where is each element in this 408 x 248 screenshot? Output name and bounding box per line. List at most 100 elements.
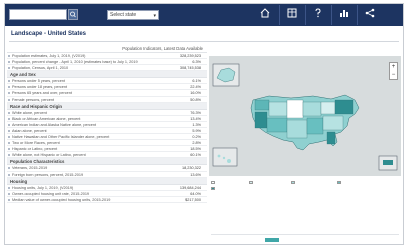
row-value: 13.6% — [190, 172, 201, 177]
row-bullet-icon — [8, 123, 10, 126]
row-bullet-icon — [8, 136, 10, 139]
app-frame: Select state ▾ Landscape - United States… — [4, 3, 404, 245]
legend-item — [337, 180, 342, 184]
legend-swatch — [249, 180, 253, 184]
hawaii-island-3 — [227, 159, 231, 163]
tool-home-button[interactable] — [253, 5, 277, 25]
row-value: 0.2% — [192, 135, 201, 140]
row-label: American Indian and Alaska Native alone,… — [12, 122, 97, 127]
row-value: 308,745,538 — [179, 66, 201, 71]
table-row[interactable]: Foreign born persons, percent, 2015-2019… — [7, 172, 207, 178]
row-label: Hispanic or Latino, percent — [12, 147, 58, 152]
legend-swatch — [291, 180, 295, 184]
puerto-rico-shape — [383, 160, 393, 165]
row-bullet-icon — [8, 167, 10, 170]
row-label: Foreign born persons, percent, 2015-2019 — [12, 172, 84, 177]
region-mountain — [268, 101, 288, 117]
row-label: Persons under 5 years, percent — [12, 79, 65, 84]
row-value: 5.9% — [192, 128, 201, 133]
row-label: Owner-occupied housing unit rate, 2015-2… — [12, 191, 90, 196]
row-value: 18,230,322 — [181, 166, 201, 171]
row-value: 76.3% — [190, 110, 201, 115]
search-input[interactable] — [9, 9, 67, 20]
row-bullet-icon — [8, 92, 10, 95]
row-label: Black or African American alone, percent — [12, 116, 81, 121]
legend-item — [249, 180, 254, 184]
row-label: White alone, percent — [12, 110, 47, 115]
region-plains — [286, 99, 304, 119]
table-section-header[interactable]: Housing — [7, 177, 207, 185]
table-row[interactable]: Female persons, percent 50.8% — [7, 97, 207, 103]
row-value: 328,239,523 — [179, 54, 201, 58]
row-value: 60.1% — [190, 153, 201, 158]
legend-swatch — [337, 180, 341, 184]
region-southeast — [322, 115, 344, 131]
table-row[interactable]: Median value of owner-occupied housing u… — [7, 197, 207, 203]
hawaii-island-2 — [222, 156, 226, 160]
region-florida — [326, 131, 336, 145]
mini-chart-bar — [265, 238, 279, 242]
tool-help-button[interactable] — [305, 5, 329, 25]
choropleth-map[interactable]: + − — [209, 56, 401, 176]
map-zoom-control[interactable]: + − — [389, 62, 398, 80]
zoom-out-button[interactable]: − — [390, 71, 397, 79]
row-label: Persons 65 years and over, percent — [12, 91, 72, 96]
share-icon — [365, 8, 374, 18]
row-bullet-icon — [8, 148, 10, 151]
legend-item — [211, 180, 216, 184]
row-value: 6.1% — [192, 79, 201, 84]
map-panel: + − — [209, 48, 401, 244]
tool-chart-button[interactable] — [331, 5, 355, 25]
row-bullet-icon — [8, 129, 10, 132]
row-bullet-icon — [8, 192, 10, 195]
table-row[interactable]: White alone, not Hispanic or Latino, per… — [7, 152, 207, 159]
row-bullet-icon — [8, 86, 10, 89]
row-bullet-icon — [8, 142, 10, 145]
row-value: 22.4% — [190, 85, 201, 90]
row-label: Asian alone, percent — [12, 128, 47, 133]
row-label: Median value of owner-occupied housing u… — [12, 197, 111, 202]
title-divider — [9, 41, 399, 42]
table-row[interactable]: Population, Census, April 1, 2010 308,745… — [7, 65, 207, 72]
map-mini-chart — [211, 234, 399, 242]
row-value: 1.3% — [192, 122, 201, 127]
tool-share-button[interactable] — [357, 5, 381, 25]
table-section-header[interactable]: Population Characteristics — [7, 158, 207, 166]
row-value: 64.0% — [190, 191, 201, 196]
table-section-header[interactable]: Age and Sex — [7, 71, 207, 79]
state-select-value: Select state — [110, 12, 137, 18]
search-icon — [70, 11, 76, 18]
zoom-in-button[interactable]: + — [390, 63, 397, 71]
row-label: Population, percent change - April 1, 20… — [12, 60, 138, 65]
row-bullet-icon — [8, 186, 10, 189]
row-bullet-icon — [8, 154, 10, 157]
table-icon — [287, 8, 296, 18]
row-bullet-icon — [8, 173, 10, 176]
search-button[interactable] — [68, 9, 78, 20]
map-legend — [211, 180, 399, 192]
row-bullet-icon — [8, 111, 10, 114]
state-select[interactable]: Select state ▾ — [107, 10, 159, 20]
row-bullet-icon — [8, 61, 10, 64]
region-southwest — [266, 117, 288, 133]
row-bullet-icon — [8, 198, 10, 201]
region-midwest — [302, 101, 322, 117]
row-label: Veterans, 2015-2019 — [12, 166, 48, 171]
table-section-header[interactable]: Race and Hispanic Origin — [7, 102, 207, 110]
row-bullet-icon — [8, 98, 10, 101]
region-northeast — [334, 99, 354, 115]
row-value: 18.5% — [190, 147, 201, 152]
legend-item — [211, 186, 216, 190]
region-great-lakes — [320, 101, 336, 115]
tool-table-button[interactable] — [279, 5, 303, 25]
row-value: 6.3% — [192, 60, 201, 65]
top-toolbar: Select state ▾ — [5, 4, 403, 26]
row-label: Population, Census, April 1, 2010 — [12, 66, 69, 71]
table-column-header: Population Indicators, Latest Data Avail… — [7, 45, 207, 53]
row-bullet-icon — [8, 117, 10, 120]
table-body: Population estimates, July 1, 2019, (V20… — [7, 53, 207, 203]
home-icon — [260, 8, 270, 18]
region-texas — [286, 119, 308, 139]
us-map-graphic — [212, 63, 398, 171]
row-value: 16.0% — [190, 91, 201, 96]
